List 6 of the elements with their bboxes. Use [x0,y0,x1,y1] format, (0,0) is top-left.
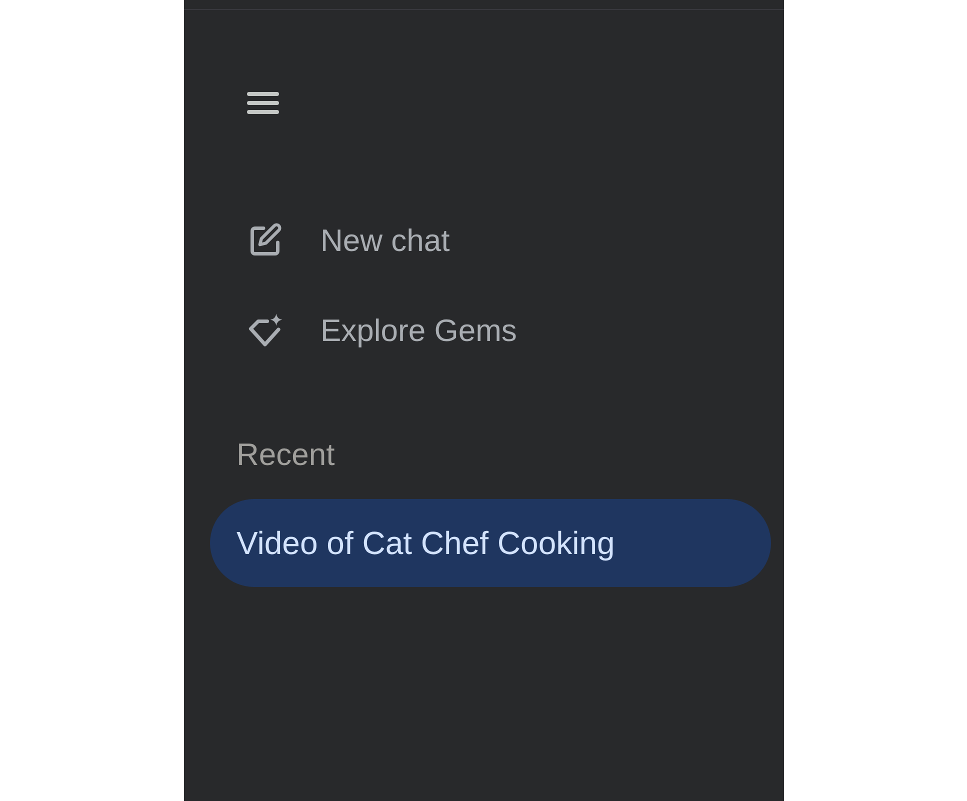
gem-sparkle-icon [246,313,282,349]
recent-chat-item[interactable]: Video of Cat Chef Cooking [210,499,770,587]
menu-icon [246,92,278,114]
explore-gems-link[interactable]: Explore Gems [230,299,533,363]
recent-heading: Recent [236,436,335,474]
new-chat-link[interactable]: New chat [230,209,466,273]
